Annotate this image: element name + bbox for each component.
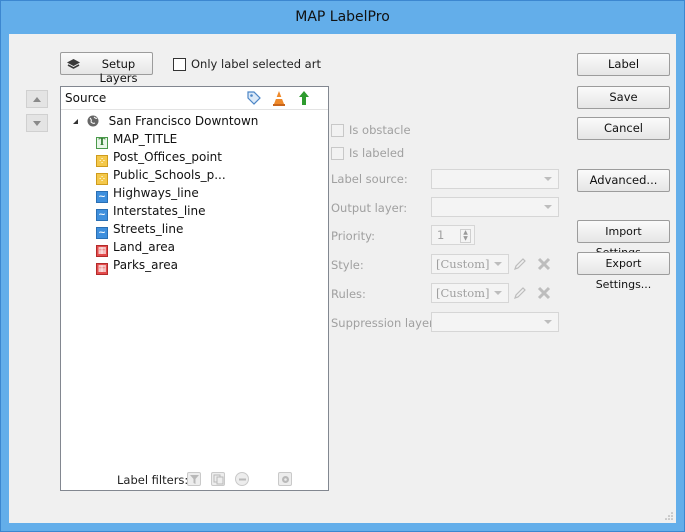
move-up-button[interactable] — [26, 90, 48, 108]
rules-select[interactable]: [Custom] — [431, 283, 509, 303]
layers-icon — [67, 59, 80, 69]
import-settings-button[interactable]: Import Settings... — [577, 220, 670, 259]
label-source-select[interactable] — [431, 169, 559, 189]
filter-icon[interactable] — [187, 472, 201, 486]
label-filters-label: Label filters: — [117, 473, 189, 487]
area-layer-icon: ▦ — [96, 263, 108, 275]
chevron-down-icon — [544, 320, 552, 324]
list-item[interactable]: ~ Highways_line — [96, 185, 199, 203]
minus-icon — [239, 478, 246, 481]
suppression-layer-select[interactable] — [431, 312, 559, 332]
point-layer-icon: ⁘ — [96, 155, 108, 167]
area-layer-icon: ▦ — [96, 245, 108, 257]
output-layer-label: Output layer: — [331, 201, 408, 215]
chevron-down-icon — [544, 177, 552, 181]
list-item[interactable]: ▦ Parks_area — [96, 257, 178, 275]
layer-name: Land_area — [113, 240, 176, 254]
line-layer-icon: ~ — [96, 191, 108, 203]
layer-name: Interstates_line — [113, 204, 206, 218]
export-settings-button[interactable]: Export Settings... — [577, 252, 670, 291]
suppression-layer-label: Suppression layer: — [331, 316, 438, 330]
remove-filter-icon[interactable] — [235, 472, 249, 486]
is-labeled-label: Is labeled — [349, 146, 405, 160]
is-obstacle-checkbox[interactable] — [331, 124, 344, 137]
spinner-arrows-icon: ▲ ▼ — [460, 229, 471, 243]
edit-style-icon[interactable] — [512, 256, 528, 272]
chevron-down-icon — [494, 291, 502, 295]
cone-icon[interactable] — [272, 90, 286, 106]
rules-value: [Custom] — [436, 286, 490, 300]
layer-name: Public_Schools_p... — [113, 168, 226, 182]
label-button[interactable]: Label — [577, 53, 670, 76]
save-button[interactable]: Save — [577, 86, 670, 109]
list-item[interactable]: T MAP_TITLE — [96, 131, 178, 149]
source-column-header: Source — [65, 91, 107, 105]
output-layer-select[interactable] — [431, 197, 559, 217]
window-title: MAP LabelPro — [295, 9, 390, 25]
list-item[interactable]: ~ Streets_line — [96, 221, 184, 239]
tree-header: Source — [61, 87, 328, 110]
layer-tree[interactable]: Source San Francisco Downtown T MAP_TITL… — [60, 86, 329, 491]
setup-layers-button[interactable]: Setup Layers — [60, 52, 153, 85]
move-layer-up-icon[interactable] — [298, 90, 310, 106]
label-source-label: Label source: — [331, 172, 408, 186]
edit-rules-icon[interactable] — [512, 285, 528, 301]
arrow-down-icon — [33, 121, 41, 126]
setup-layers-label: Setup Layers — [99, 57, 138, 85]
clear-rules-icon[interactable] — [536, 285, 552, 301]
tree-root-node[interactable]: San Francisco Downtown — [72, 113, 258, 130]
arrow-up-icon — [33, 97, 41, 102]
rules-label: Rules: — [331, 287, 366, 301]
copy-filter-icon[interactable] — [211, 472, 225, 486]
list-item[interactable]: ⁘ Public_Schools_p... — [96, 167, 226, 185]
text-layer-icon: T — [96, 137, 108, 149]
layer-name: Post_Offices_point — [113, 150, 222, 164]
advanced-button[interactable]: Advanced... — [577, 169, 670, 192]
priority-spinner[interactable]: 1 ▲ ▼ — [431, 225, 475, 245]
filter-settings-icon[interactable] — [278, 472, 292, 486]
only-label-selected-label: Only label selected art — [191, 57, 321, 71]
priority-label: Priority: — [331, 229, 375, 243]
clear-style-icon[interactable] — [536, 256, 552, 272]
globe-icon — [87, 115, 99, 127]
chevron-down-icon — [544, 205, 552, 209]
gear-icon — [282, 476, 289, 483]
copy-icon — [213, 474, 224, 485]
priority-value: 1 — [437, 228, 445, 242]
is-obstacle-label: Is obstacle — [349, 123, 411, 137]
layer-name: Streets_line — [113, 222, 184, 236]
only-label-selected-checkbox[interactable] — [173, 58, 186, 71]
point-layer-icon: ⁘ — [96, 173, 108, 185]
list-item[interactable]: ~ Interstates_line — [96, 203, 206, 221]
dialog-client-area: Setup Layers Only label selected art Sou… — [9, 34, 676, 523]
tag-icon[interactable] — [246, 90, 262, 106]
layer-name: MAP_TITLE — [113, 132, 178, 146]
list-item[interactable]: ▦ Land_area — [96, 239, 176, 257]
layer-name: Highways_line — [113, 186, 199, 200]
line-layer-icon: ~ — [96, 209, 108, 221]
is-labeled-checkbox[interactable] — [331, 147, 344, 160]
app-window: MAP LabelPro Setup Layers Only label sel… — [0, 0, 685, 532]
line-layer-icon: ~ — [96, 227, 108, 239]
funnel-icon — [190, 475, 199, 484]
style-value: [Custom] — [436, 257, 490, 271]
chevron-down-icon — [494, 262, 502, 266]
tree-root-label: San Francisco Downtown — [108, 114, 259, 128]
cancel-button[interactable]: Cancel — [577, 117, 670, 140]
list-item[interactable]: ⁘ Post_Offices_point — [96, 149, 222, 167]
style-label: Style: — [331, 258, 364, 272]
layer-name: Parks_area — [113, 258, 178, 272]
move-down-button[interactable] — [26, 114, 48, 132]
resize-grip-icon[interactable] — [664, 511, 674, 521]
expand-triangle-icon — [73, 119, 78, 124]
style-select[interactable]: [Custom] — [431, 254, 509, 274]
